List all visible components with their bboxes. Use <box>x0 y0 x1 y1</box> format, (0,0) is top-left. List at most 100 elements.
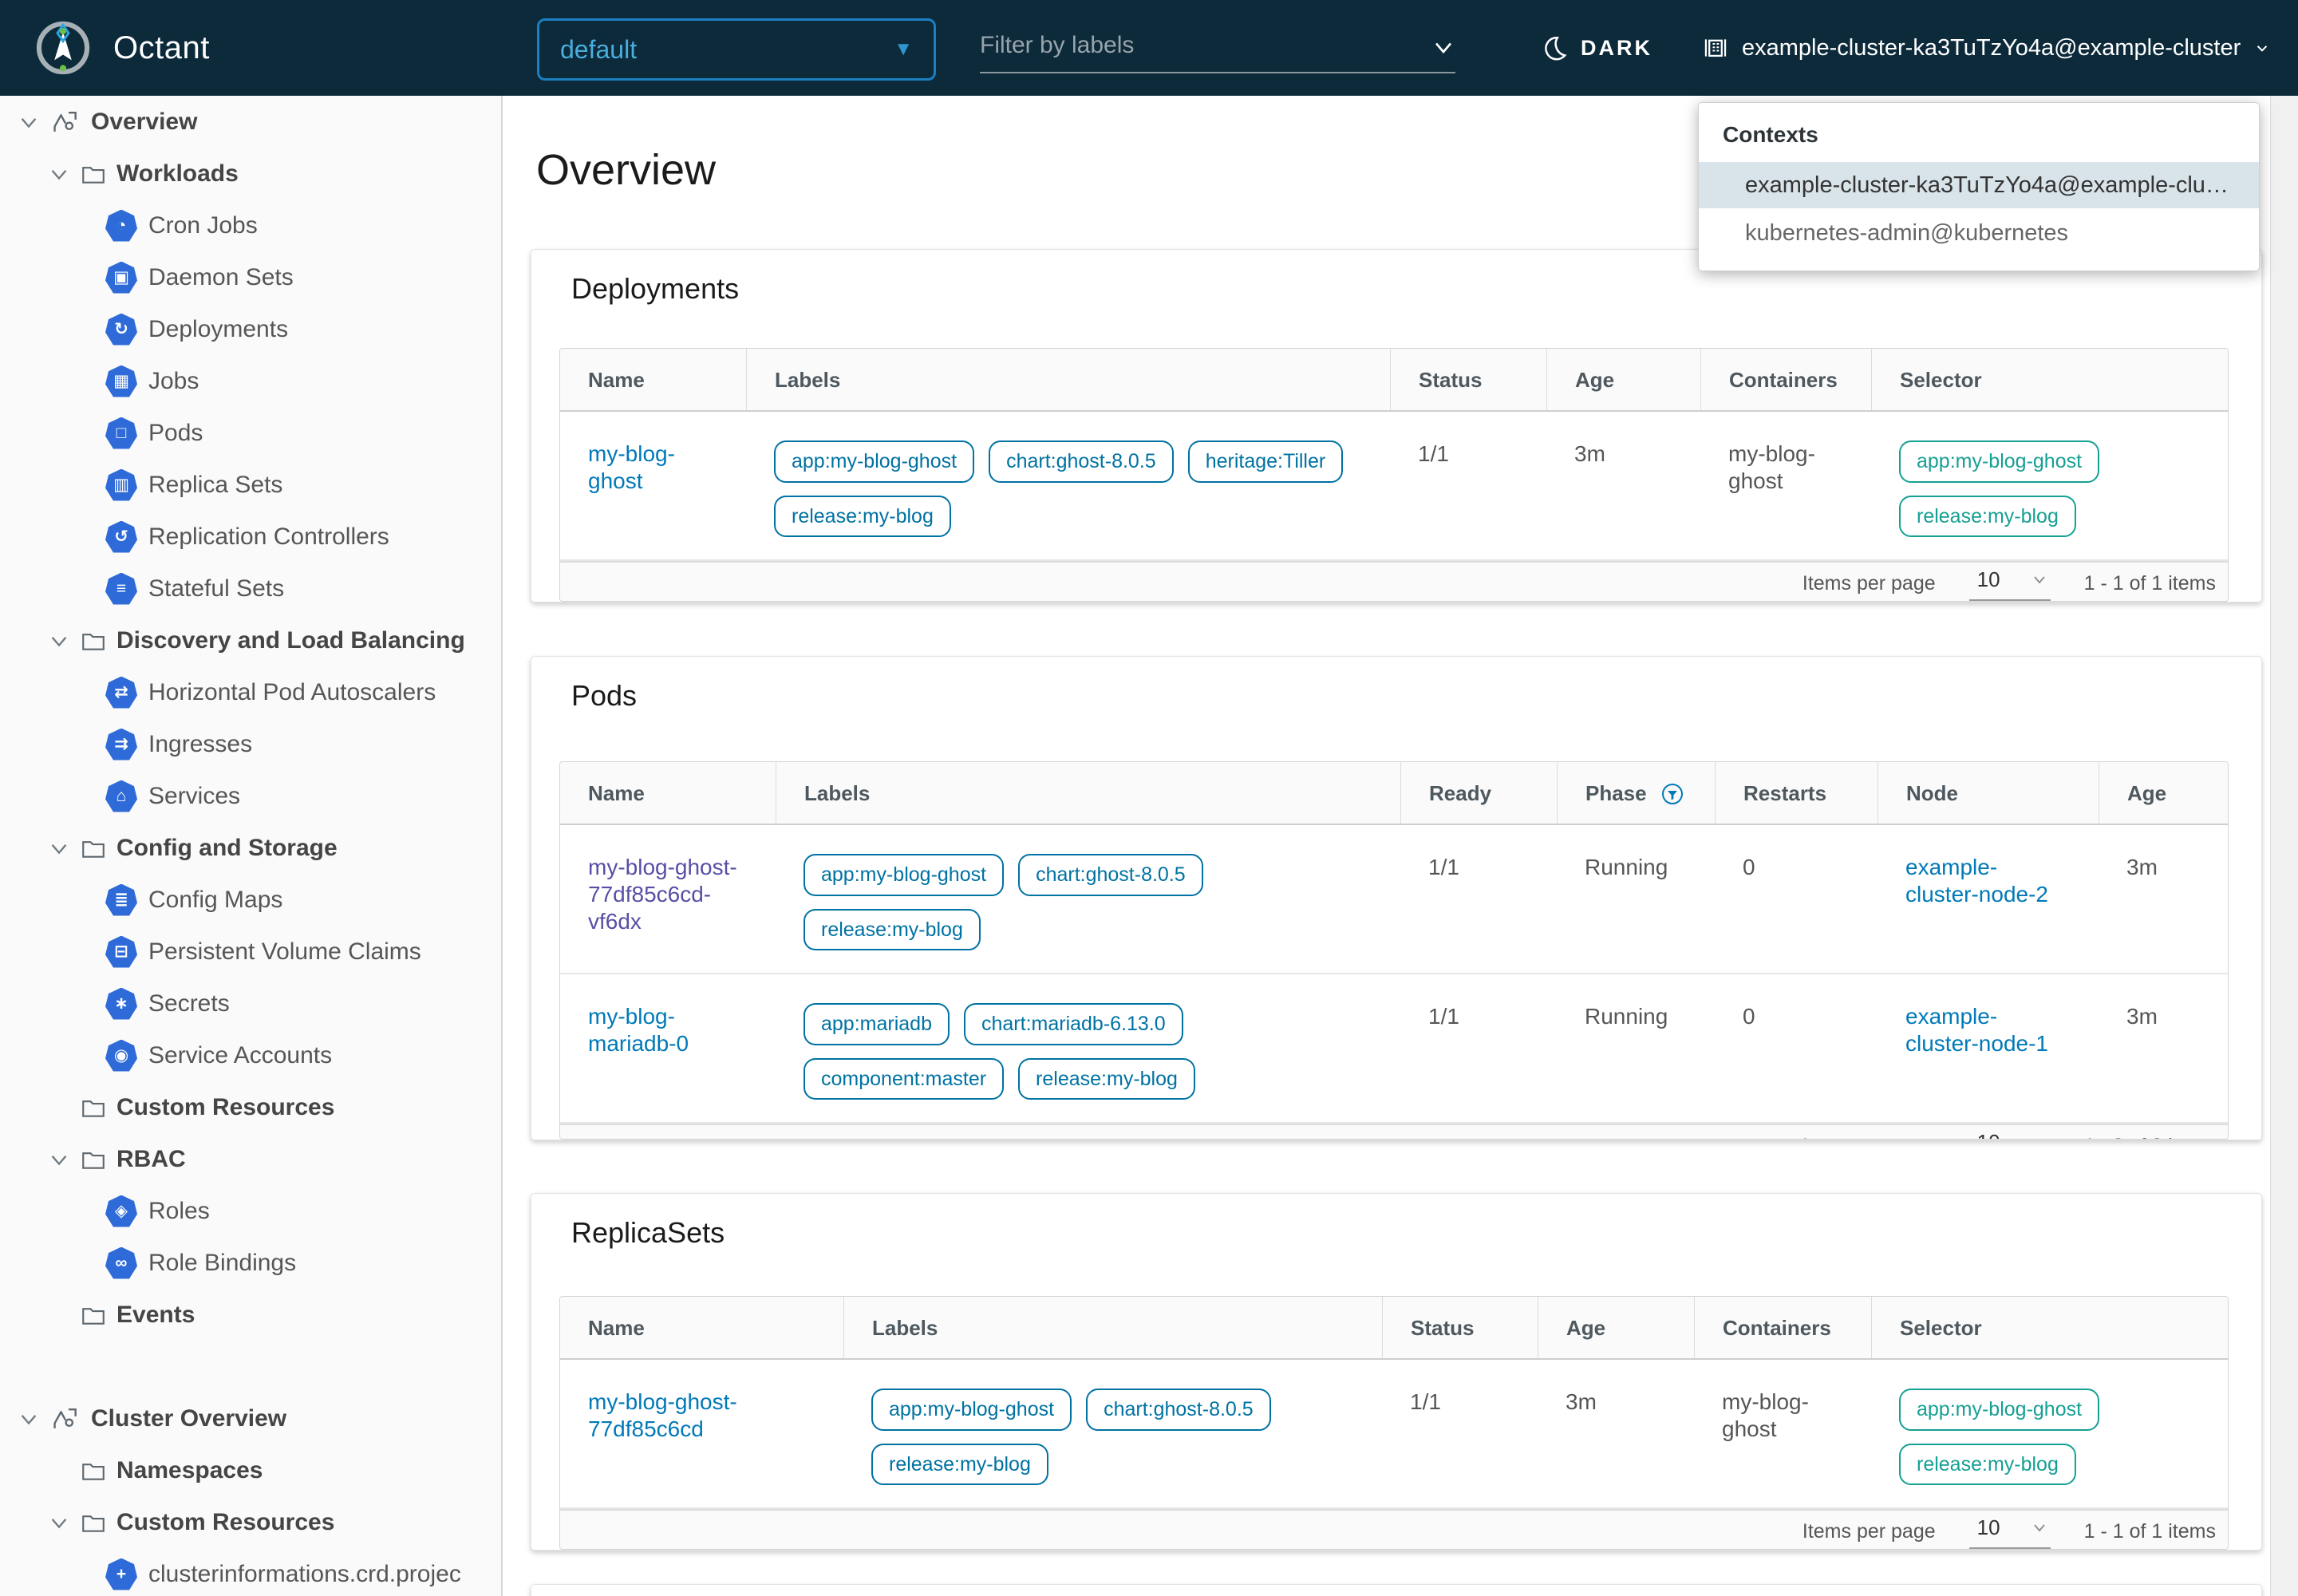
sidebar-group-cluster-custom-resources[interactable]: Custom Resources <box>0 1496 501 1548</box>
sidebar-item-pods[interactable]: □ Pods <box>0 407 501 459</box>
label-tag[interactable]: chart:ghost-8.0.5 <box>989 440 1174 483</box>
label-tag[interactable]: chart:mariadb-6.13.0 <box>964 1003 1183 1045</box>
pagination-range: 1 - 2 of 2 items <box>2084 1135 2216 1140</box>
folder-icon <box>80 627 107 654</box>
sidebar-item-daemon-sets[interactable]: ▣ Daemon Sets <box>0 251 501 303</box>
page-size-select[interactable]: 10 <box>1969 567 2051 601</box>
sidebar-item-services[interactable]: ⌂ Services <box>0 770 501 822</box>
selector-tag[interactable]: app:my-blog-ghost <box>1899 440 2099 483</box>
context-menu-item-selected[interactable]: example-cluster-ka3TuTzYo4a@example-clu… <box>1699 162 2259 208</box>
filter-labels-input[interactable]: Filter by labels <box>980 26 1455 73</box>
page-size-select[interactable]: 10 <box>1969 1130 2051 1140</box>
context-switcher[interactable]: example-cluster-ka3TuTzYo4a@example-clus… <box>1702 0 2271 96</box>
sidebar-item-replica-sets[interactable]: ▥ Replica Sets <box>0 459 501 511</box>
replicasets-card-title: ReplicaSets <box>571 1216 2261 1250</box>
label-tag[interactable]: heritage:Tiller <box>1188 440 1344 483</box>
containers-cell: my-blog-ghost <box>1722 1389 1839 1443</box>
folder-icon <box>80 1457 107 1484</box>
node-link[interactable]: example-cluster-node-1 <box>1905 1003 2067 1057</box>
pods-icon: □ <box>105 417 137 449</box>
sidebar-group-events[interactable]: Events <box>0 1289 501 1341</box>
sidebar-item-horizontal-pod-autoscalers[interactable]: ⇄ Horizontal Pod Autoscalers <box>0 666 501 718</box>
sidebar-group-namespaces[interactable]: Namespaces <box>0 1444 501 1496</box>
chevron-down-icon <box>2031 1519 2047 1535</box>
label-tag[interactable]: chart:ghost-8.0.5 <box>1018 854 1203 896</box>
context-menu-item[interactable]: kubernetes-admin@kubernetes <box>1699 208 2259 258</box>
sidebar-group-rbac[interactable]: RBAC <box>0 1133 501 1185</box>
column-header-restarts: Restarts <box>1715 762 1877 824</box>
sidebar-item-clusterinformations-crd[interactable]: + clusterinformations.crd.projec <box>0 1548 501 1596</box>
sidebar-group-config-and-storage[interactable]: Config and Storage <box>0 822 501 874</box>
chevron-down-icon[interactable] <box>18 111 40 133</box>
dark-mode-label: DARK <box>1581 36 1652 61</box>
ready-cell: 1/1 <box>1400 825 1557 973</box>
label-tag[interactable]: component:master <box>804 1058 1004 1100</box>
chevron-down-icon[interactable] <box>1431 35 1455 59</box>
label-tag[interactable]: release:my-blog <box>804 909 981 951</box>
chevron-down-icon[interactable] <box>48 1148 70 1171</box>
sidebar-item-roles[interactable]: ◈ Roles <box>0 1185 501 1237</box>
pod-link[interactable]: my-blog-ghost-77df85c6cd-vf6dx <box>588 854 744 935</box>
label-tag[interactable]: release:my-blog <box>871 1444 1048 1486</box>
label-tag[interactable]: app:my-blog-ghost <box>871 1389 1072 1431</box>
filter-funnel-icon[interactable] <box>1661 783 1684 805</box>
label-tag[interactable]: app:mariadb <box>804 1003 950 1045</box>
chevron-down-icon[interactable] <box>48 163 70 185</box>
vertical-scrollbar[interactable] <box>2270 96 2298 1596</box>
replicasets-card: ReplicaSets Name Labels Status Age Conta… <box>531 1193 2262 1551</box>
sidebar-item-replication-controllers[interactable]: ↺ Replication Controllers <box>0 511 501 563</box>
table-header-row: Name Labels Status Age Containers Select… <box>560 349 2228 412</box>
label-tag[interactable]: app:my-blog-ghost <box>804 854 1004 896</box>
role-bindings-icon: ∞ <box>105 1247 137 1279</box>
column-header-age: Age <box>2099 762 2228 824</box>
next-card-partial <box>531 1584 2262 1596</box>
sidebar-item-stateful-sets[interactable]: ≡ Stateful Sets <box>0 563 501 614</box>
label-tag[interactable]: app:my-blog-ghost <box>774 440 974 483</box>
column-header-ready: Ready <box>1400 762 1557 824</box>
sidebar-item-service-accounts[interactable]: ◉ Service Accounts <box>0 1029 501 1081</box>
chevron-down-icon[interactable] <box>48 1511 70 1534</box>
dark-mode-toggle[interactable]: DARK <box>1540 0 1652 96</box>
sidebar-item-config-maps[interactable]: ≣ Config Maps <box>0 874 501 926</box>
label-tag[interactable]: release:my-blog <box>774 496 951 538</box>
sidebar-item-ingresses[interactable]: ⇉ Ingresses <box>0 718 501 770</box>
label-tag[interactable]: release:my-blog <box>1018 1058 1195 1100</box>
selector-tag[interactable]: app:my-blog-ghost <box>1899 1389 2099 1431</box>
chevron-down-icon <box>2031 1134 2047 1140</box>
sidebar-item-secrets[interactable]: ∗ Secrets <box>0 978 501 1029</box>
chevron-down-icon[interactable] <box>48 630 70 652</box>
namespace-select[interactable]: default ▼ <box>537 18 936 81</box>
replica-sets-icon: ▥ <box>105 469 137 501</box>
sidebar-item-role-bindings[interactable]: ∞ Role Bindings <box>0 1237 501 1289</box>
daemon-sets-icon: ▣ <box>105 262 137 294</box>
chevron-down-icon[interactable] <box>48 837 70 859</box>
items-per-page-label: Items per page <box>1802 1520 1936 1543</box>
sidebar-item-cluster-overview[interactable]: Cluster Overview <box>0 1393 501 1444</box>
selector-tag[interactable]: release:my-blog <box>1899 1444 2076 1486</box>
sidebar-item-jobs[interactable]: ▦ Jobs <box>0 355 501 407</box>
page-size-select[interactable]: 10 <box>1969 1515 2051 1549</box>
deployments-table: Name Labels Status Age Containers Select… <box>559 348 2229 602</box>
sidebar-group-custom-resources[interactable]: Custom Resources <box>0 1081 501 1133</box>
sidebar-item-persistent-volume-claims[interactable]: ⊟ Persistent Volume Claims <box>0 926 501 978</box>
selector-tag[interactable]: release:my-blog <box>1899 496 2076 538</box>
items-per-page-label: Items per page <box>1802 1135 1936 1140</box>
sidebar-group-discovery-load-balancing[interactable]: Discovery and Load Balancing <box>0 614 501 666</box>
folder-icon <box>80 835 107 862</box>
items-per-page-label: Items per page <box>1802 572 1936 595</box>
replicaset-link[interactable]: my-blog-ghost-77df85c6cd <box>588 1389 811 1443</box>
chevron-down-icon[interactable] <box>18 1408 40 1430</box>
pods-card: Pods Name Labels Ready Phase Restarts No… <box>531 656 2262 1140</box>
column-header-selector: Selector <box>1871 349 2228 410</box>
status-cell: 1/1 <box>1390 412 1546 559</box>
pod-link[interactable]: my-blog-mariadb-0 <box>588 1003 744 1057</box>
label-tag[interactable]: chart:ghost-8.0.5 <box>1086 1389 1271 1431</box>
deployment-link[interactable]: my-blog-ghost <box>588 440 714 495</box>
main-content: Overview Deployments Name Labels Status … <box>503 96 2298 1596</box>
sidebar-item-overview[interactable]: Overview <box>0 96 501 148</box>
current-context-label: example-cluster-ka3TuTzYo4a@example-clus… <box>1742 35 2241 61</box>
sidebar-item-deployments[interactable]: ↻ Deployments <box>0 303 501 355</box>
sidebar-item-cron-jobs[interactable]: ◔ Cron Jobs <box>0 200 501 251</box>
node-link[interactable]: example-cluster-node-2 <box>1905 854 2067 908</box>
sidebar-group-workloads[interactable]: Workloads <box>0 148 501 200</box>
